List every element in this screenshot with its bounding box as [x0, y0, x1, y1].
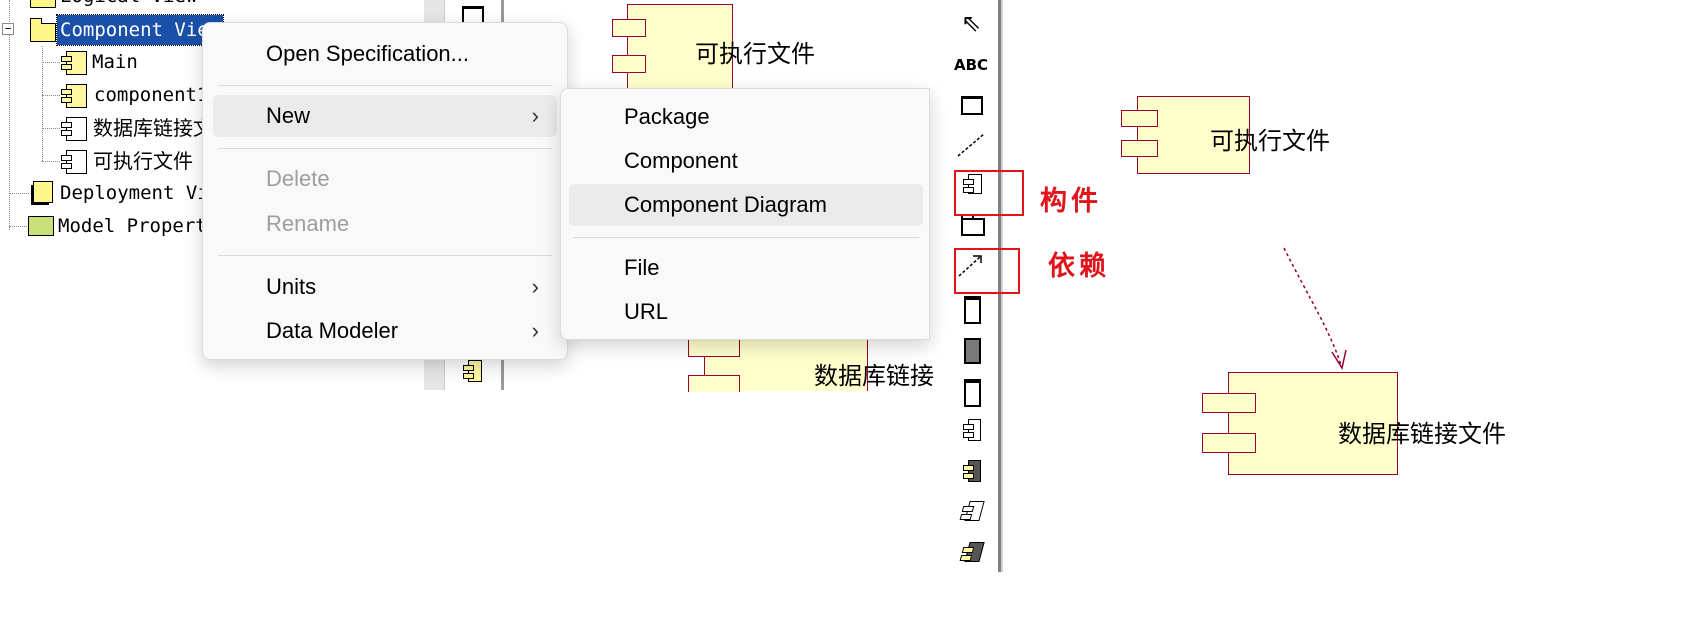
submenu-item-url[interactable]: URL	[569, 291, 923, 333]
component-tab	[1202, 433, 1256, 453]
tree-item-label: Main	[92, 51, 138, 73]
menu-item-label: Package	[624, 104, 710, 129]
menu-item-label: File	[624, 255, 660, 280]
task-body-icon	[964, 542, 985, 562]
component-tab	[612, 55, 646, 73]
component-label: 数据库链接文件	[1338, 420, 1506, 448]
tree-connector	[42, 161, 60, 162]
dependency-annotation: 依赖	[1048, 251, 1110, 282]
menu-item-label: Data Modeler	[266, 318, 399, 343]
submenu-item-file[interactable]: File	[569, 247, 923, 289]
tree-item-label: Model Properti	[58, 215, 219, 237]
anchor-note-tool-icon[interactable]	[954, 130, 988, 160]
component-highlight-box	[954, 170, 1024, 216]
component-icon	[61, 150, 87, 174]
selection-arrow-icon[interactable]: ⇖	[954, 8, 988, 38]
tree-item-label: 可执行文件	[93, 149, 193, 173]
menu-item-units[interactable]: Units ›	[213, 266, 557, 308]
menu-item-label: Component Diagram	[624, 192, 827, 217]
component-tab	[1202, 393, 1256, 413]
package-spec-tool-icon[interactable]	[954, 415, 988, 445]
tree-item-label: Logical View	[60, 0, 197, 11]
new-submenu: Package Component Component Diagram File…	[560, 88, 930, 340]
tree-connector	[9, 193, 29, 194]
menu-item-new[interactable]: New ›	[213, 95, 557, 137]
submenu-item-component[interactable]: Component	[569, 140, 923, 182]
model-properties-icon	[28, 216, 54, 236]
task-spec-icon	[964, 501, 985, 521]
menu-item-label: New	[266, 103, 311, 128]
component-tab	[688, 339, 740, 357]
chevron-right-icon: ›	[531, 274, 539, 299]
task-body-tool-icon[interactable]	[954, 538, 988, 568]
model-browser-tree: Logical View − Component View Main compo…	[0, 0, 230, 260]
component-tab	[1121, 110, 1158, 127]
component-icon	[61, 84, 87, 108]
menu-item-delete[interactable]: Delete	[213, 158, 557, 200]
subprogram-body-icon	[964, 338, 981, 364]
tree-item-label: 数据库链接文	[93, 116, 213, 140]
context-menu: Open Specification... New › Delete Renam…	[202, 22, 568, 360]
dependency-arrow[interactable]	[1270, 240, 1360, 380]
subprogram-body-tool-icon[interactable]	[954, 334, 988, 364]
main-program-tool-icon[interactable]	[954, 375, 988, 407]
component-tool-icon[interactable]	[463, 360, 482, 382]
tree-connector	[42, 46, 43, 161]
folder-icon	[30, 18, 56, 42]
menu-item-open-specification[interactable]: Open Specification...	[213, 33, 557, 75]
dashed-line-icon	[957, 133, 985, 157]
submenu-item-component-diagram[interactable]: Component Diagram	[569, 184, 923, 226]
main-program-icon	[964, 379, 981, 407]
menu-item-label: Rename	[266, 211, 350, 236]
package-body-icon	[963, 460, 981, 482]
text-tool[interactable]: ABC	[954, 50, 988, 80]
component-icon	[61, 117, 87, 141]
component-label: 可执行文件	[1210, 127, 1330, 155]
task-spec-tool-icon[interactable]	[954, 497, 988, 527]
component-tab	[1121, 140, 1158, 157]
menu-separator	[573, 237, 919, 238]
tree-item-label: component1	[94, 84, 209, 106]
bg-component-label: 数据库链接	[814, 362, 934, 390]
tree-connector	[42, 128, 60, 129]
menu-item-data-modeler[interactable]: Data Modeler ›	[213, 310, 557, 352]
menu-item-label: Delete	[266, 166, 330, 191]
collapse-icon[interactable]: −	[2, 23, 14, 35]
menu-item-label: Component	[624, 148, 738, 173]
menu-separator	[218, 85, 552, 86]
folder-icon	[30, 0, 56, 8]
subprogram-spec-icon	[964, 296, 981, 324]
menu-item-label: URL	[624, 299, 669, 324]
menu-separator	[218, 255, 552, 256]
bg-component-label: 可执行文件	[695, 40, 815, 68]
tree-item-label: Component View	[55, 14, 225, 46]
package-spec-icon	[963, 419, 981, 441]
component-annotation: 构件	[1040, 186, 1102, 217]
chevron-right-icon: ›	[531, 318, 539, 343]
package-icon	[961, 218, 985, 236]
menu-item-label: Open Specification...	[266, 41, 470, 66]
tree-connector	[42, 95, 60, 96]
dependency-highlight-box	[954, 248, 1020, 294]
tree-connector	[9, 226, 29, 227]
deployment-icon	[33, 181, 53, 203]
component-icon	[61, 51, 87, 75]
menu-item-rename[interactable]: Rename	[213, 203, 557, 245]
menu-item-label: Units	[266, 274, 317, 299]
package-body-tool-icon[interactable]	[954, 456, 988, 486]
tree-item-label: Deployment Vie	[60, 182, 221, 204]
menu-separator	[218, 148, 552, 149]
note-icon	[961, 96, 983, 115]
subprogram-spec-tool-icon[interactable]	[954, 292, 988, 324]
submenu-item-package[interactable]: Package	[569, 96, 923, 138]
component-tab	[612, 19, 646, 37]
tree-connector	[42, 62, 60, 63]
chevron-right-icon: ›	[531, 103, 539, 128]
note-tool-icon[interactable]	[954, 90, 988, 120]
component-tab	[688, 375, 740, 392]
